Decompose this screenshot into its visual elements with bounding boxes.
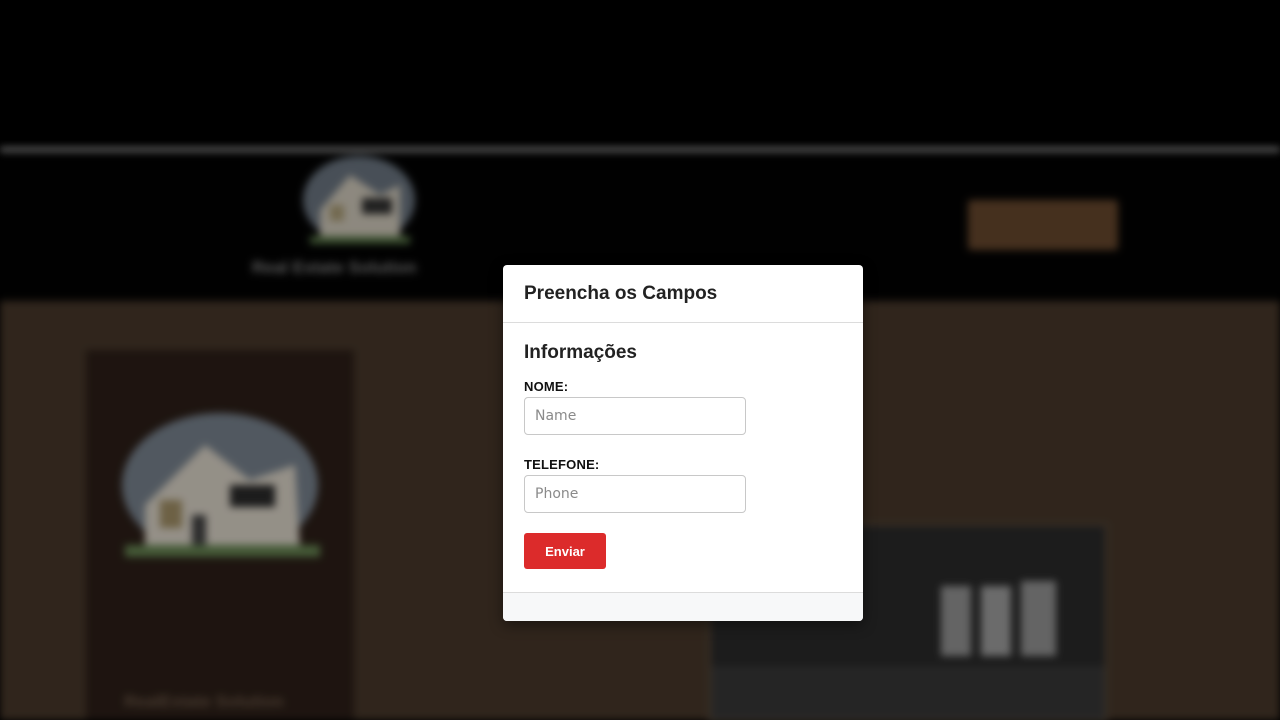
section-title: Informações — [524, 342, 637, 363]
name-field-group: NOME: — [524, 379, 842, 435]
modal-header: Preencha os Campos — [503, 265, 863, 323]
submit-button[interactable]: Enviar — [524, 533, 606, 569]
name-input[interactable] — [524, 397, 746, 435]
phone-field-group: TELEFONE: — [524, 457, 842, 513]
modal-title: Preencha os Campos — [524, 283, 718, 304]
phone-label: TELEFONE: — [524, 457, 600, 472]
contact-modal: Preencha os Campos Informações NOME: TEL… — [503, 265, 863, 621]
modal-body: Informações NOME: TELEFONE: Enviar — [503, 323, 863, 569]
modal-footer — [503, 592, 863, 621]
phone-input[interactable] — [524, 475, 746, 513]
name-label: NOME: — [524, 379, 569, 394]
page: Real Estate Solution RealEstate Solution — [0, 0, 1280, 720]
